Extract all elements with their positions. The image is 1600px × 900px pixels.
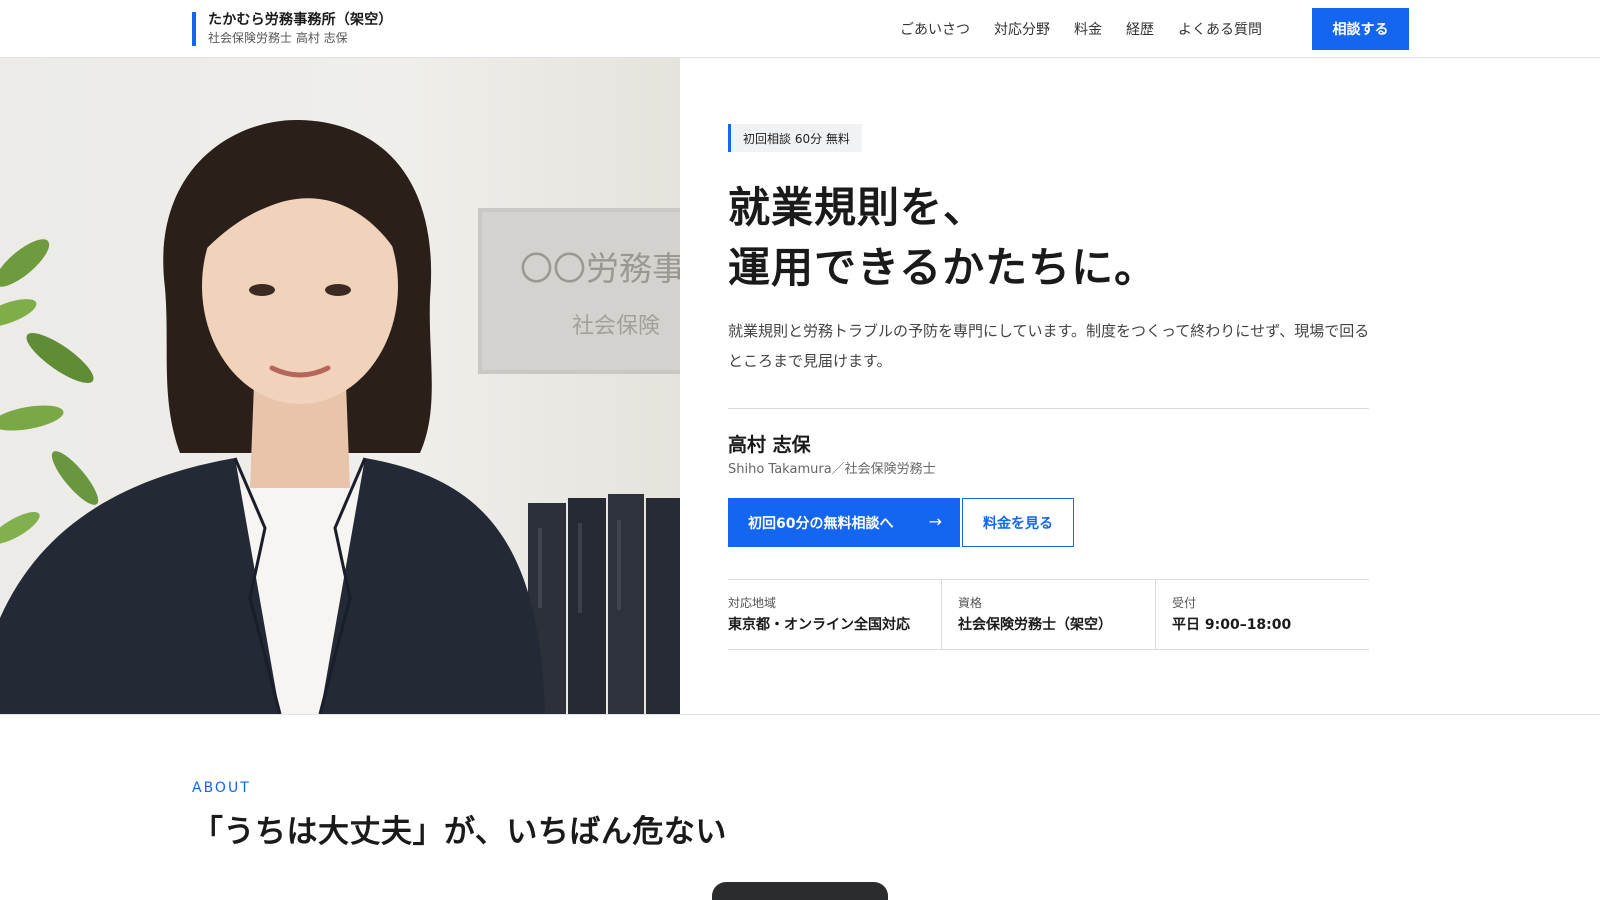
nav-item-career[interactable]: 経歴 — [1126, 19, 1154, 39]
view-pricing-button[interactable]: 料金を見る — [962, 498, 1074, 547]
consult-button[interactable]: 相談する — [1312, 8, 1409, 50]
free-consultation-label: 初回60分の無料相談へ — [748, 515, 894, 532]
headline-line-1: 就業規則を、 — [728, 183, 987, 232]
plaque-text-1: 〇〇労務事 — [520, 249, 680, 288]
nav-item-greeting[interactable]: ごあいさつ — [900, 19, 970, 39]
plaque-text-2: 社会保険 — [572, 314, 660, 339]
arrow-right-icon: → — [928, 512, 942, 531]
eye-right — [325, 284, 351, 296]
person-name: 高村 志保 — [728, 434, 811, 456]
divider — [728, 408, 1369, 409]
info-grid: 対応地域 東京都・オンライン全国対応 資格 社会保険労務士（架空） 受付 平日 … — [728, 579, 1369, 650]
wall-plaque-face — [482, 212, 680, 370]
info-label: 受付 — [1172, 596, 1197, 610]
info-hours: 受付 平日 9:00–18:00 — [1155, 580, 1369, 649]
nav-item-pricing[interactable]: 料金 — [1074, 19, 1102, 39]
about-heading: 「うちは大丈夫」が、いちばん危ない — [192, 814, 727, 850]
brand-name: たかむら労務事務所（架空） — [208, 12, 393, 28]
portrait-illustration: 〇〇労務事 社会保険 — [0, 119, 680, 714]
main-nav: ごあいさつ 対応分野 料金 経歴 よくある質問 — [900, 0, 1286, 58]
site-header: たかむら労務事務所（架空） 社会保険労務士 高村 志保 ごあいさつ 対応分野 料… — [0, 0, 1600, 58]
section-label-about: ABOUT — [192, 780, 251, 796]
hero-lead-text: 就業規則と労務トラブルの予防を専門にしています。制度をつくって終わりにせず、現場… — [728, 322, 1370, 370]
plant-leaves — [0, 239, 99, 545]
free-consultation-button[interactable]: 初回60分の無料相談へ → — [728, 498, 960, 547]
info-qualification: 資格 社会保険労務士（架空） — [941, 580, 1155, 649]
jacket-left — [0, 458, 280, 714]
device-image — [712, 882, 888, 900]
brand-subtitle: 社会保険労務士 高村 志保 — [208, 31, 348, 45]
hero-portrait-photo: 〇〇労務事 社会保険 — [0, 58, 680, 714]
info-label: 資格 — [958, 596, 983, 610]
info-value: 平日 9:00–18:00 — [1172, 617, 1292, 633]
info-value: 東京都・オンライン全国対応 — [728, 617, 910, 633]
hero-headline: 就業規則を、 運用できるかたちに。 — [728, 178, 1368, 298]
info-label: 対応地域 — [728, 596, 777, 610]
info-value: 社会保険労務士（架空） — [958, 617, 1112, 633]
nav-item-faq[interactable]: よくある質問 — [1178, 19, 1262, 39]
brand-logo[interactable]: たかむら労務事務所（架空） 社会保険労務士 高村 志保 — [192, 12, 393, 46]
free-consult-badge: 初回相談 60分 無料 — [728, 124, 862, 152]
eye-left — [249, 284, 275, 296]
info-area: 対応地域 東京都・オンライン全国対応 — [728, 580, 941, 649]
section-divider — [0, 714, 1600, 715]
shelf-binders — [528, 494, 680, 714]
person-title: Shiho Takamura／社会保険労務士 — [728, 462, 936, 477]
nav-item-services[interactable]: 対応分野 — [994, 19, 1050, 39]
headline-line-2: 運用できるかたちに。 — [728, 243, 1158, 292]
